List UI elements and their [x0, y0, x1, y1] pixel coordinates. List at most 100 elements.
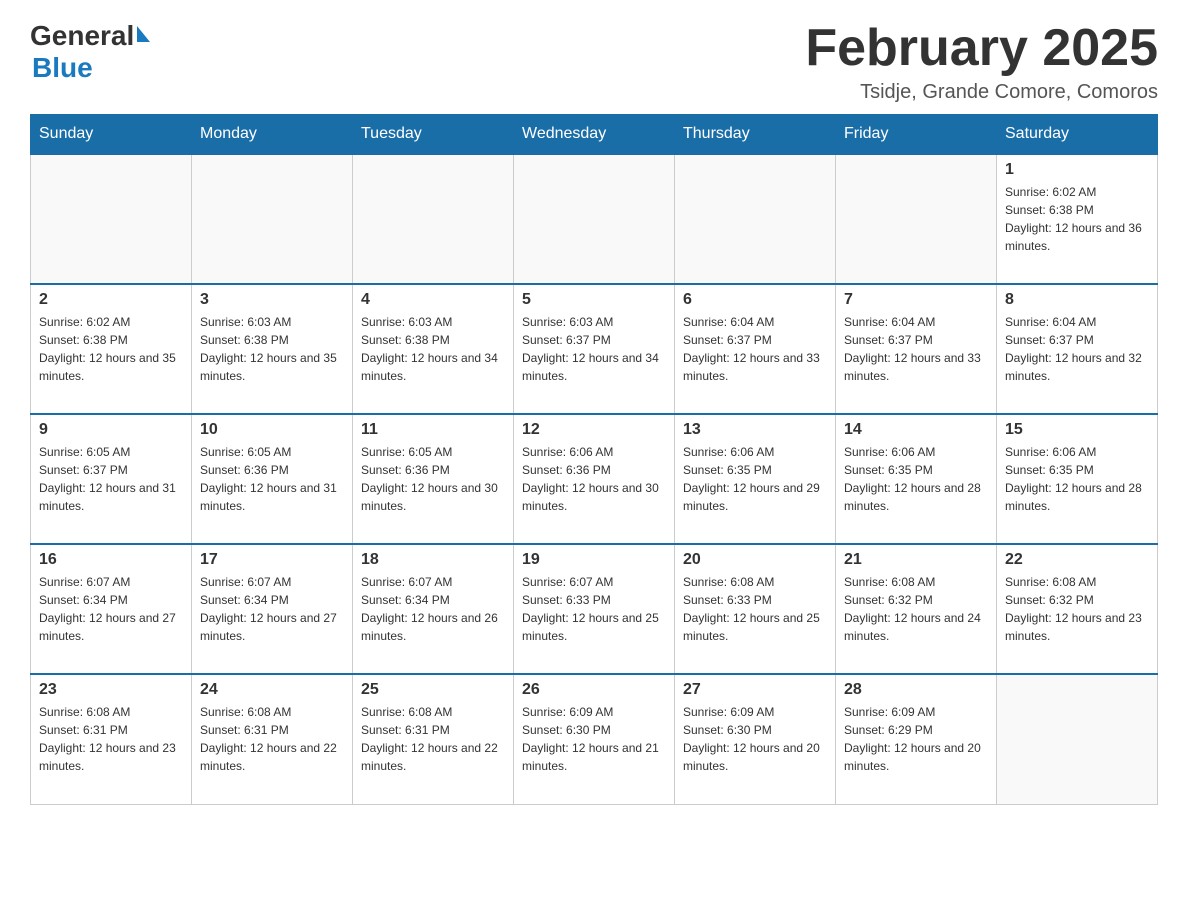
calendar-day-cell: 11 Sunrise: 6:05 AM Sunset: 6:36 PM Dayli…: [353, 414, 514, 544]
day-number: 9: [39, 421, 183, 439]
location-subtitle: Tsidje, Grande Comore, Comoros: [805, 81, 1158, 104]
calendar-day-cell: 23 Sunrise: 6:08 AM Sunset: 6:31 PM Dayli…: [31, 674, 192, 804]
logo-arrow-icon: [137, 26, 150, 42]
calendar-day-header: Tuesday: [353, 115, 514, 155]
day-info: Sunrise: 6:08 AM Sunset: 6:33 PM Dayligh…: [683, 573, 827, 645]
day-info: Sunrise: 6:09 AM Sunset: 6:30 PM Dayligh…: [683, 703, 827, 775]
day-number: 1: [1005, 161, 1149, 179]
calendar-day-cell: 1Sunrise: 6:02 AM Sunset: 6:38 PM Daylig…: [997, 154, 1158, 284]
day-info: Sunrise: 6:07 AM Sunset: 6:34 PM Dayligh…: [361, 573, 505, 645]
day-number: 18: [361, 551, 505, 569]
day-number: 8: [1005, 291, 1149, 309]
day-info: Sunrise: 6:08 AM Sunset: 6:32 PM Dayligh…: [844, 573, 988, 645]
day-number: 7: [844, 291, 988, 309]
calendar-day-cell: 13Sunrise: 6:06 AM Sunset: 6:35 PM Dayli…: [675, 414, 836, 544]
day-info: Sunrise: 6:09 AM Sunset: 6:30 PM Dayligh…: [522, 703, 666, 775]
calendar-week-row: 2 Sunrise: 6:02 AM Sunset: 6:38 PM Daylig…: [31, 284, 1158, 414]
logo-general-text: General: [30, 20, 134, 52]
day-number: 19: [522, 551, 666, 569]
day-info: Sunrise: 6:03 AM Sunset: 6:38 PM Dayligh…: [361, 313, 505, 385]
calendar-day-header: Saturday: [997, 115, 1158, 155]
calendar-day-cell: 14Sunrise: 6:06 AM Sunset: 6:35 PM Dayli…: [836, 414, 997, 544]
day-number: 21: [844, 551, 988, 569]
calendar-day-cell: 18 Sunrise: 6:07 AM Sunset: 6:34 PM Dayli…: [353, 544, 514, 674]
calendar-day-cell: 5 Sunrise: 6:03 AM Sunset: 6:37 PM Daylig…: [514, 284, 675, 414]
calendar-day-header: Monday: [192, 115, 353, 155]
day-info: Sunrise: 6:09 AM Sunset: 6:29 PM Dayligh…: [844, 703, 988, 775]
day-number: 15: [1005, 421, 1149, 439]
calendar-week-row: 1Sunrise: 6:02 AM Sunset: 6:38 PM Daylig…: [31, 154, 1158, 284]
calendar-day-cell: 16 Sunrise: 6:07 AM Sunset: 6:34 PM Dayli…: [31, 544, 192, 674]
day-info: Sunrise: 6:06 AM Sunset: 6:35 PM Dayligh…: [1005, 443, 1149, 515]
calendar-day-cell: [997, 674, 1158, 804]
day-number: 25: [361, 681, 505, 699]
day-info: Sunrise: 6:05 AM Sunset: 6:36 PM Dayligh…: [200, 443, 344, 515]
day-info: Sunrise: 6:04 AM Sunset: 6:37 PM Dayligh…: [683, 313, 827, 385]
day-number: 22: [1005, 551, 1149, 569]
day-info: Sunrise: 6:05 AM Sunset: 6:36 PM Dayligh…: [361, 443, 505, 515]
calendar-day-header: Friday: [836, 115, 997, 155]
calendar-day-cell: [514, 154, 675, 284]
page-header: General Blue February 2025 Tsidje, Grand…: [30, 20, 1158, 104]
day-number: 17: [200, 551, 344, 569]
calendar-day-header: Wednesday: [514, 115, 675, 155]
day-number: 23: [39, 681, 183, 699]
calendar-day-cell: 10 Sunrise: 6:05 AM Sunset: 6:36 PM Dayli…: [192, 414, 353, 544]
day-number: 27: [683, 681, 827, 699]
calendar-day-cell: 2 Sunrise: 6:02 AM Sunset: 6:38 PM Daylig…: [31, 284, 192, 414]
day-number: 6: [683, 291, 827, 309]
calendar-day-cell: 25 Sunrise: 6:08 AM Sunset: 6:31 PM Dayli…: [353, 674, 514, 804]
calendar-day-cell: 8Sunrise: 6:04 AM Sunset: 6:37 PM Daylig…: [997, 284, 1158, 414]
day-number: 10: [200, 421, 344, 439]
day-info: Sunrise: 6:07 AM Sunset: 6:34 PM Dayligh…: [200, 573, 344, 645]
day-info: Sunrise: 6:03 AM Sunset: 6:37 PM Dayligh…: [522, 313, 666, 385]
day-info: Sunrise: 6:03 AM Sunset: 6:38 PM Dayligh…: [200, 313, 344, 385]
calendar-day-cell: 28 Sunrise: 6:09 AM Sunset: 6:29 PM Dayli…: [836, 674, 997, 804]
calendar-day-cell: [836, 154, 997, 284]
calendar-day-cell: 21 Sunrise: 6:08 AM Sunset: 6:32 PM Dayli…: [836, 544, 997, 674]
calendar-day-cell: [675, 154, 836, 284]
logo-blue-text: Blue: [32, 52, 93, 83]
day-number: 11: [361, 421, 505, 439]
calendar-day-cell: 26Sunrise: 6:09 AM Sunset: 6:30 PM Dayli…: [514, 674, 675, 804]
calendar-day-cell: 19 Sunrise: 6:07 AM Sunset: 6:33 PM Dayli…: [514, 544, 675, 674]
calendar-day-cell: 6 Sunrise: 6:04 AM Sunset: 6:37 PM Daylig…: [675, 284, 836, 414]
calendar-day-cell: 27 Sunrise: 6:09 AM Sunset: 6:30 PM Dayli…: [675, 674, 836, 804]
calendar-day-cell: [31, 154, 192, 284]
calendar-week-row: 16 Sunrise: 6:07 AM Sunset: 6:34 PM Dayli…: [31, 544, 1158, 674]
day-number: 2: [39, 291, 183, 309]
month-title: February 2025: [805, 20, 1158, 77]
day-info: Sunrise: 6:07 AM Sunset: 6:34 PM Dayligh…: [39, 573, 183, 645]
day-info: Sunrise: 6:05 AM Sunset: 6:37 PM Dayligh…: [39, 443, 183, 515]
day-number: 14: [844, 421, 988, 439]
day-info: Sunrise: 6:07 AM Sunset: 6:33 PM Dayligh…: [522, 573, 666, 645]
calendar-day-cell: 22 Sunrise: 6:08 AM Sunset: 6:32 PM Dayli…: [997, 544, 1158, 674]
day-info: Sunrise: 6:08 AM Sunset: 6:31 PM Dayligh…: [200, 703, 344, 775]
day-number: 5: [522, 291, 666, 309]
calendar-day-header: Sunday: [31, 115, 192, 155]
day-number: 12: [522, 421, 666, 439]
calendar-day-cell: 7 Sunrise: 6:04 AM Sunset: 6:37 PM Daylig…: [836, 284, 997, 414]
calendar-week-row: 23 Sunrise: 6:08 AM Sunset: 6:31 PM Dayli…: [31, 674, 1158, 804]
day-number: 20: [683, 551, 827, 569]
day-info: Sunrise: 6:08 AM Sunset: 6:31 PM Dayligh…: [39, 703, 183, 775]
calendar-day-cell: 15 Sunrise: 6:06 AM Sunset: 6:35 PM Dayli…: [997, 414, 1158, 544]
day-info: Sunrise: 6:08 AM Sunset: 6:31 PM Dayligh…: [361, 703, 505, 775]
day-info: Sunrise: 6:08 AM Sunset: 6:32 PM Dayligh…: [1005, 573, 1149, 645]
day-number: 3: [200, 291, 344, 309]
day-info: Sunrise: 6:02 AM Sunset: 6:38 PM Dayligh…: [39, 313, 183, 385]
calendar-day-cell: 3 Sunrise: 6:03 AM Sunset: 6:38 PM Daylig…: [192, 284, 353, 414]
calendar-day-cell: 20 Sunrise: 6:08 AM Sunset: 6:33 PM Dayli…: [675, 544, 836, 674]
day-number: 16: [39, 551, 183, 569]
calendar-day-cell: 24 Sunrise: 6:08 AM Sunset: 6:31 PM Dayli…: [192, 674, 353, 804]
calendar-table: SundayMondayTuesdayWednesdayThursdayFrid…: [30, 114, 1158, 805]
day-number: 24: [200, 681, 344, 699]
calendar-day-cell: 17 Sunrise: 6:07 AM Sunset: 6:34 PM Dayli…: [192, 544, 353, 674]
day-number: 28: [844, 681, 988, 699]
calendar-header-row: SundayMondayTuesdayWednesdayThursdayFrid…: [31, 115, 1158, 155]
day-info: Sunrise: 6:04 AM Sunset: 6:37 PM Dayligh…: [844, 313, 988, 385]
calendar-day-cell: 4Sunrise: 6:03 AM Sunset: 6:38 PM Daylig…: [353, 284, 514, 414]
calendar-day-header: Thursday: [675, 115, 836, 155]
calendar-day-cell: 12Sunrise: 6:06 AM Sunset: 6:36 PM Dayli…: [514, 414, 675, 544]
title-section: February 2025 Tsidje, Grande Comore, Com…: [805, 20, 1158, 104]
